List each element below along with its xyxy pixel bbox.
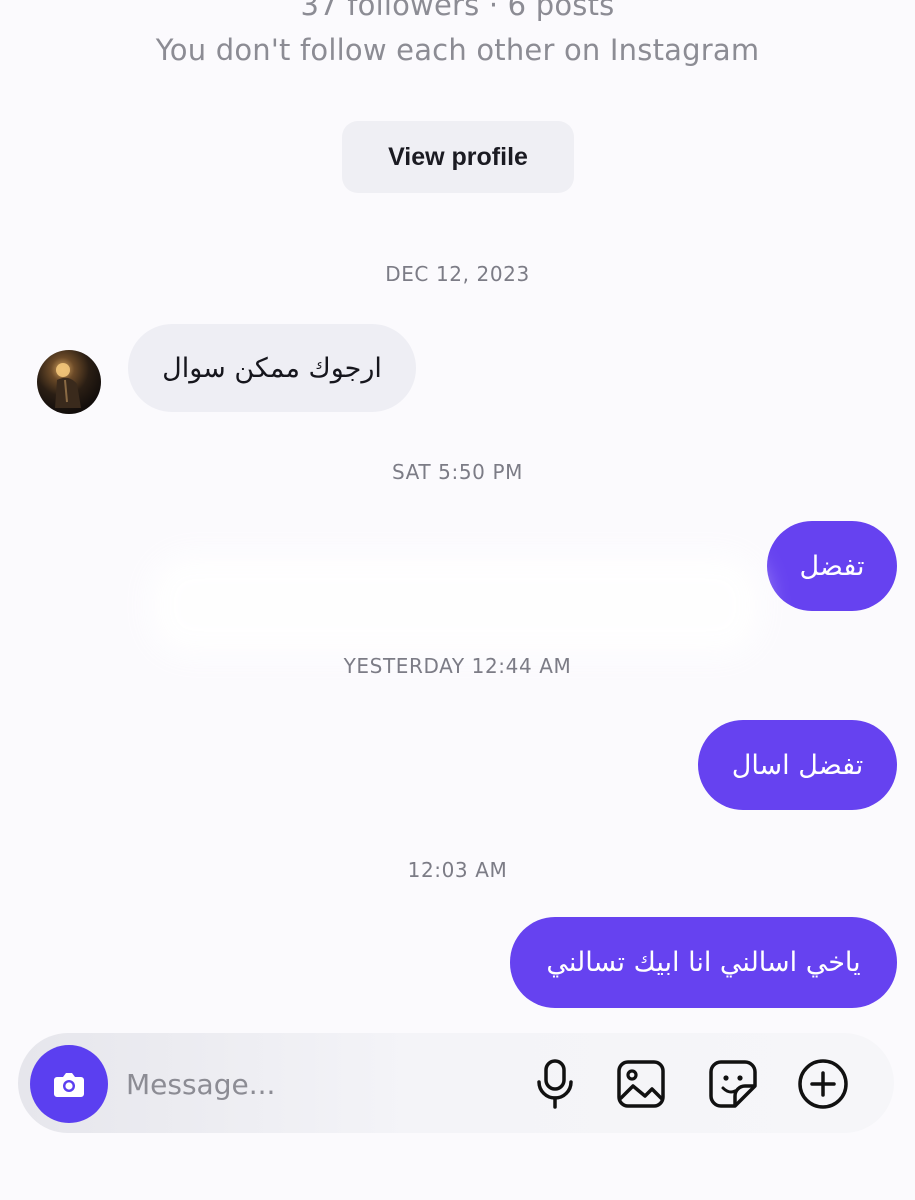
timestamp-divider: DEC 12, 2023 [385,262,530,286]
outgoing-message-bubble[interactable]: تفضل [767,521,897,611]
sticker-icon [709,1060,757,1108]
plus-icon [798,1059,848,1109]
profile-stats: 37 followers · 6 posts [300,0,615,22]
timestamp-divider: SAT 5:50 PM [392,460,523,484]
avatar-image [55,363,81,408]
more-options-button[interactable] [795,1056,851,1112]
message-input[interactable] [126,1058,506,1110]
view-profile-button[interactable]: View profile [342,121,574,193]
contact-avatar[interactable] [37,350,101,414]
incoming-message-bubble[interactable]: ارجوك ممكن سوال [128,324,416,412]
timestamp-divider: 12:03 AM [407,858,508,882]
outgoing-message-bubble[interactable]: ياخي اسالني انا ابيك تسالني [510,917,897,1008]
voice-message-button[interactable] [527,1056,583,1112]
gallery-button[interactable] [613,1056,669,1112]
gallery-icon [617,1060,665,1108]
redacted-message-area [150,555,760,655]
follow-status-note: You don't follow each other on Instagram [155,33,760,67]
camera-button[interactable] [30,1045,108,1123]
microphone-icon [537,1059,573,1109]
outgoing-message-bubble[interactable]: تفضل اسال [698,720,897,810]
sticker-button[interactable] [705,1056,761,1112]
timestamp-divider: YESTERDAY 12:44 AM [343,654,572,678]
camera-icon [54,1073,84,1097]
dm-thread-screen: 37 followers · 6 posts You don't follow … [0,0,915,1200]
